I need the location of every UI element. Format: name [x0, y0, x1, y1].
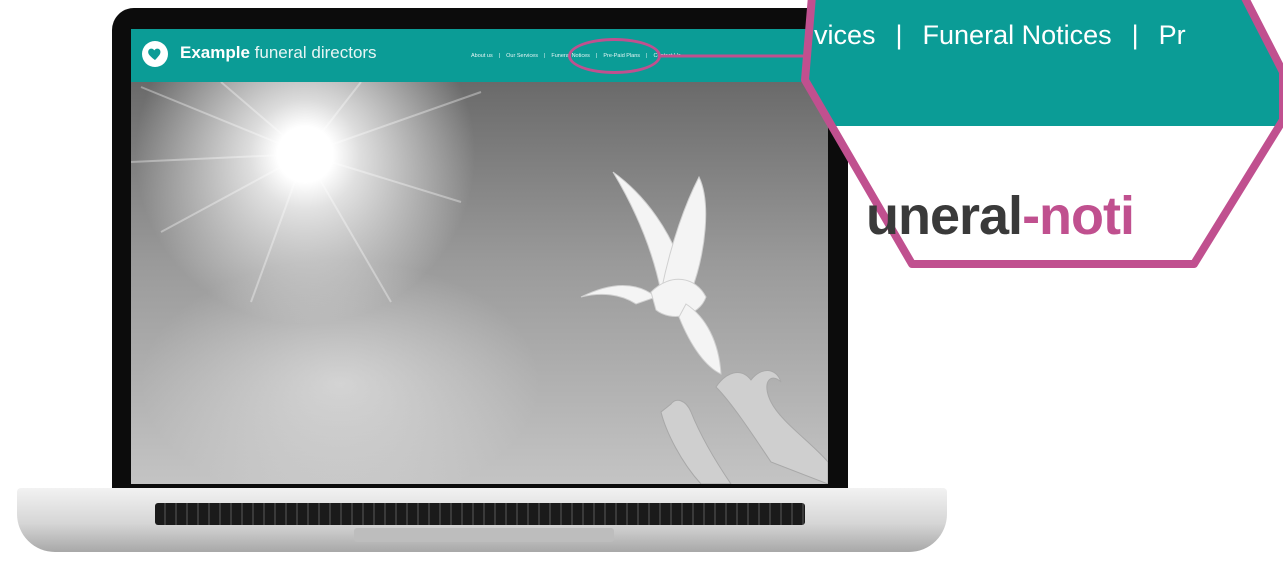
zoom-funeral-notices-logo: uneral-noti	[866, 185, 1135, 247]
zoom-hexagon	[661, 0, 1283, 268]
logo-part-notices: noti	[1039, 186, 1135, 246]
zoom-nav-sep: |	[1131, 20, 1139, 50]
logo-part-funeral: uneral	[866, 186, 1023, 246]
zoom-nav-prepaid[interactable]: Pr	[1159, 20, 1186, 51]
zoom-nav-funeral-notices[interactable]: Funeral Notices	[923, 20, 1112, 51]
zoom-nav: vices | Funeral Notices | Pr	[814, 20, 1186, 51]
zoom-nav-sep: |	[895, 20, 903, 50]
zoom-callout: vices | Funeral Notices | Pr uneral-noti	[0, 0, 1283, 566]
logo-separator: -	[1022, 186, 1040, 246]
zoom-nav-services[interactable]: vices	[814, 20, 876, 51]
